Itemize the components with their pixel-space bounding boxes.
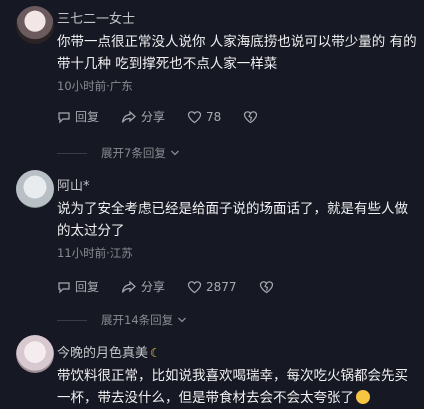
dislike-heart-icon: [259, 280, 273, 293]
expand-replies-label: 展开7条回复: [101, 146, 166, 160]
share-label: 分享: [141, 280, 166, 294]
expand-replies-label: 展开14条回复: [101, 313, 174, 327]
reply-label: 回复: [75, 280, 100, 294]
reply-label: 回复: [75, 110, 100, 124]
dislike-heart-icon: [244, 110, 258, 123]
avatar[interactable]: [16, 6, 54, 44]
dislike-button[interactable]: [259, 280, 278, 294]
divider: [57, 319, 87, 321]
like-button[interactable]: 2877: [187, 280, 237, 294]
chevron-down-icon: [178, 317, 187, 323]
heart-icon: [187, 110, 202, 123]
like-button[interactable]: 78: [187, 110, 221, 124]
comment-username[interactable]: 阿山*: [57, 175, 90, 194]
share-label: 分享: [141, 110, 166, 124]
comment-meta: 10小时前·广东: [57, 79, 133, 93]
reply-button[interactable]: 回复: [57, 108, 99, 125]
reply-button[interactable]: 回复: [57, 278, 99, 295]
dislike-button[interactable]: [243, 110, 262, 124]
like-count: 2877: [206, 279, 237, 294]
laughing-emoji-icon: [356, 390, 370, 404]
divider: [57, 152, 87, 154]
reply-icon: [58, 111, 70, 123]
comment-text: 说为了安全考虑已经是给面子说的场面话了，就是有些人做的太过分了: [57, 201, 408, 239]
share-icon: [121, 280, 136, 293]
avatar[interactable]: [16, 335, 54, 373]
heart-icon: [187, 280, 202, 293]
comment-meta: 11小时前·江苏: [57, 246, 133, 260]
comment-username[interactable]: 三七二一女士: [57, 8, 135, 27]
comment-username-text: 今晚的月色真美: [57, 346, 149, 361]
share-button[interactable]: 分享: [121, 278, 165, 295]
comment-actions: 回复 分享 2877: [57, 278, 300, 295]
comment-text-content: 带饮料很正常，比如说我喜欢喝瑞幸，每次吃火锅都会先买一杯，带去没什么，但是带食材…: [57, 368, 408, 406]
share-button[interactable]: 分享: [121, 108, 165, 125]
share-icon: [121, 110, 136, 123]
comment-actions: 回复 分享 78: [57, 108, 284, 125]
comment-text: 你带一点很正常没人说你 人家海底捞也说可以带少量的 有的带十几种 吃到撑死也不点…: [57, 34, 417, 72]
chevron-down-icon: [170, 150, 179, 156]
avatar[interactable]: [16, 170, 54, 208]
reply-icon: [58, 281, 70, 293]
like-count: 78: [206, 109, 222, 124]
moon-emoji-icon: ☾: [150, 346, 161, 360]
expand-replies-button[interactable]: 展开14条回复: [57, 312, 187, 328]
comment-username[interactable]: 今晚的月色真美 ☾: [57, 342, 161, 361]
expand-replies-button[interactable]: 展开7条回复: [57, 145, 180, 161]
comment-text: 带饮料很正常，比如说我喜欢喝瑞幸，每次吃火锅都会先买一杯，带去没什么，但是带食材…: [57, 365, 417, 409]
